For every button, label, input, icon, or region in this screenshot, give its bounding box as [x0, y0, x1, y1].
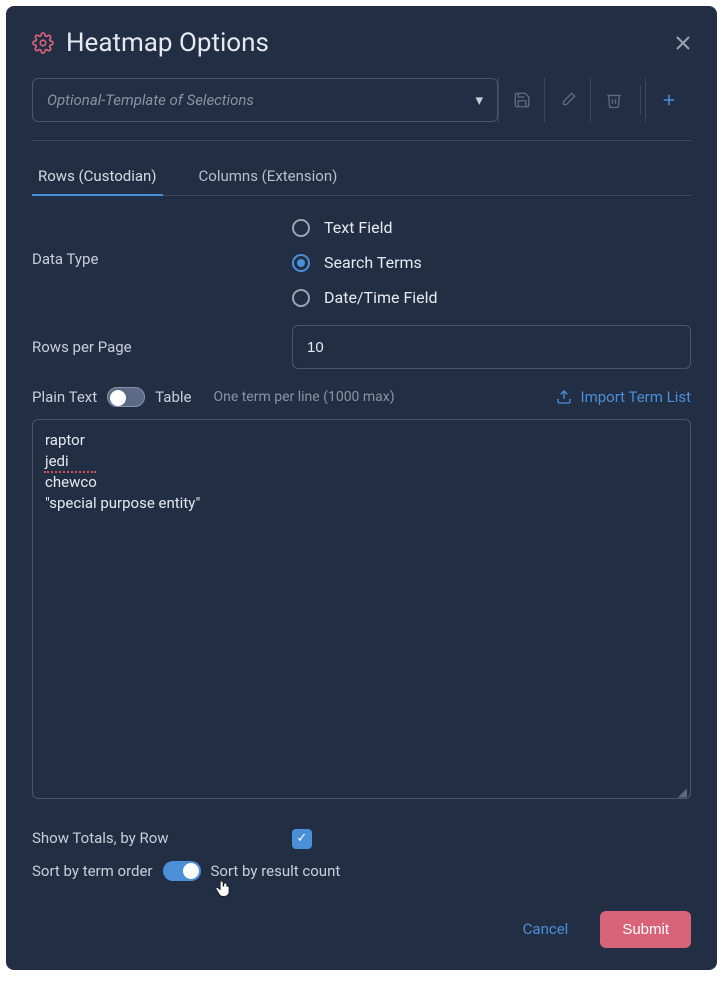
rows-per-page-label: Rows per Page: [32, 325, 292, 369]
submit-button[interactable]: Submit: [600, 911, 691, 948]
upload-icon: [556, 389, 572, 405]
plain-text-label: Plain Text: [32, 388, 97, 406]
section-divider: [32, 140, 691, 141]
datatype-label: Data Type: [32, 218, 292, 307]
heatmap-options-modal: Heatmap Options Optional-Template of Sel…: [6, 6, 717, 970]
edit-template-button[interactable]: [544, 78, 590, 122]
text-mode-row: Plain Text Table One term per line (1000…: [32, 387, 691, 407]
tab-rows[interactable]: Rows (Custodian): [32, 159, 163, 195]
delete-template-button[interactable]: [590, 78, 636, 122]
add-template-button[interactable]: [645, 78, 691, 122]
tab-rows-label: Rows (Custodian): [38, 167, 157, 185]
template-placeholder: Optional-Template of Selections: [47, 91, 254, 109]
gear-icon: [32, 32, 54, 54]
table-label: Table: [155, 388, 191, 406]
sort-term-order-label: Sort by term order: [32, 862, 153, 880]
modal-footer: Cancel Submit: [32, 911, 691, 948]
tab-columns[interactable]: Columns (Extension): [193, 159, 344, 195]
caret-down-icon: ▾: [475, 91, 483, 109]
radio-icon: [292, 219, 310, 237]
modal-header: Heatmap Options: [32, 28, 691, 58]
radio-text-field[interactable]: Text Field: [292, 218, 691, 237]
radio-icon: [292, 254, 310, 272]
radio-icon: [292, 289, 310, 307]
save-template-button[interactable]: [498, 78, 544, 122]
radio-date-field[interactable]: Date/Time Field: [292, 288, 691, 307]
template-select[interactable]: Optional-Template of Selections ▾: [32, 78, 498, 122]
sort-result-count-label: Sort by result count: [211, 862, 341, 880]
show-totals-label: Show Totals, by Row: [32, 827, 292, 849]
datatype-radio-group: Text Field Search Terms Date/Time Field: [292, 218, 691, 307]
template-toolbar: Optional-Template of Selections ▾: [32, 78, 691, 122]
import-link-label: Import Term List: [580, 388, 691, 406]
radio-label: Date/Time Field: [324, 288, 438, 307]
show-totals-checkbox[interactable]: ✓: [292, 829, 312, 849]
terms-textarea[interactable]: [32, 419, 691, 799]
cancel-button[interactable]: Cancel: [511, 912, 581, 946]
import-term-list-link[interactable]: Import Term List: [556, 388, 691, 406]
close-icon[interactable]: [675, 35, 691, 51]
terms-wrap: ◢: [32, 419, 691, 803]
radio-search-terms[interactable]: Search Terms: [292, 253, 691, 272]
datatype-row: Data Type Text Field Search Terms Date/T…: [32, 218, 691, 307]
tab-bar: Rows (Custodian) Columns (Extension): [32, 159, 691, 196]
tab-columns-label: Columns (Extension): [199, 167, 338, 185]
sort-row: Sort by term order Sort by result count: [32, 861, 691, 881]
show-totals-row: Show Totals, by Row ✓: [32, 827, 691, 849]
radio-label: Text Field: [324, 218, 393, 237]
text-mode-hint: One term per line (1000 max): [213, 389, 394, 405]
toolbar-divider: [640, 85, 641, 115]
rows-per-page-row: Rows per Page: [32, 325, 691, 369]
rows-per-page-input[interactable]: [292, 325, 691, 369]
radio-label: Search Terms: [324, 253, 422, 272]
sort-toggle[interactable]: [163, 861, 201, 881]
modal-title: Heatmap Options: [66, 28, 269, 58]
text-mode-toggle[interactable]: [107, 387, 145, 407]
cursor-hand-icon: [212, 877, 234, 899]
